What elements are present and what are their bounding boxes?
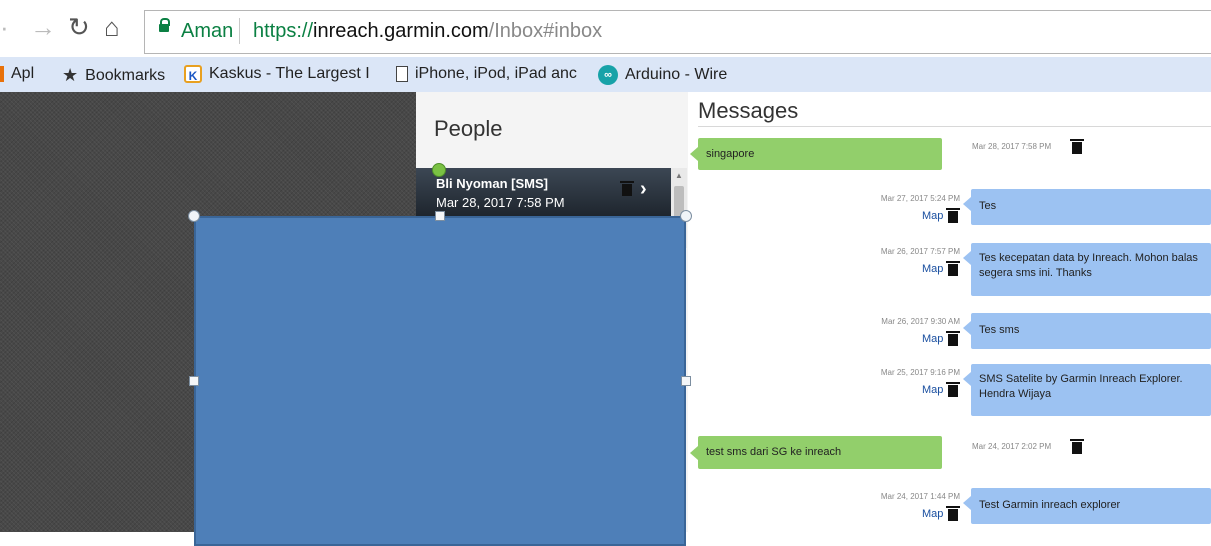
message-text: Tes kecepatan data by Inreach. Mohon bal… bbox=[979, 252, 1198, 279]
messages-panel: Messages singapore Mar 28, 2017 7:58 PM … bbox=[688, 92, 1211, 532]
message-bubble-outgoing: Tes sms bbox=[963, 313, 1211, 349]
message-timestamp: Mar 24, 2017 1:44 PM bbox=[880, 492, 960, 501]
message-text: SMS Satelite by Garmin Inreach Explorer.… bbox=[979, 373, 1183, 400]
resize-handle-right[interactable] bbox=[681, 376, 691, 386]
message-text: Tes bbox=[979, 200, 997, 212]
message-timestamp: Mar 24, 2017 2:02 PM bbox=[972, 442, 1052, 451]
secure-label: Aman bbox=[181, 20, 234, 42]
message-bubble-outgoing: Tes bbox=[963, 189, 1211, 225]
back-arrow-icon[interactable]: · bbox=[0, 14, 9, 40]
apps-icon bbox=[0, 66, 4, 82]
url-separator bbox=[239, 18, 240, 44]
delete-contact-icon[interactable] bbox=[620, 181, 634, 196]
bookmark-kaskus-label: Kaskus - The Largest I bbox=[209, 65, 370, 82]
bookmark-kaskus[interactable]: K Kaskus - The Largest I bbox=[184, 65, 370, 83]
url-scheme: https:// bbox=[253, 20, 314, 42]
url-host: inreach.garmin.com bbox=[313, 20, 489, 42]
people-title: People bbox=[434, 116, 503, 141]
message-bubble-incoming: test sms dari SG ke inreach bbox=[690, 436, 942, 469]
browser-toolbar: · → ↻ ⌂ Aman https://inreach.garmin.com/… bbox=[0, 0, 1211, 57]
message-timestamp: Mar 26, 2017 9:30 AM bbox=[881, 317, 960, 326]
messages-title: Messages bbox=[698, 98, 799, 123]
bookmark-apps[interactable]: Apl bbox=[0, 65, 34, 83]
url-text[interactable]: https://inreach.garmin.com/Inbox#inbox bbox=[253, 20, 602, 43]
arduino-icon: ∞ bbox=[598, 65, 618, 85]
scroll-up-arrow-icon[interactable]: ▲ bbox=[675, 171, 683, 180]
resize-handle-top[interactable] bbox=[435, 211, 445, 221]
home-icon[interactable]: ⌂ bbox=[104, 14, 120, 40]
selected-rectangle-shape[interactable] bbox=[194, 216, 686, 546]
message-timestamp: Mar 25, 2017 9:16 PM bbox=[880, 368, 960, 377]
delete-message-icon[interactable] bbox=[946, 506, 960, 521]
bookmark-bookmarks[interactable]: ★ Bookmarks bbox=[62, 65, 165, 86]
resize-handle-left[interactable] bbox=[189, 376, 199, 386]
contact-date: Mar 28, 2017 7:58 PM bbox=[436, 195, 565, 210]
map-link[interactable]: Map bbox=[922, 333, 943, 345]
kaskus-icon: K bbox=[184, 65, 202, 83]
delete-message-icon[interactable] bbox=[1070, 439, 1084, 454]
bookmark-arduino[interactable]: ∞ Arduino - Wire bbox=[598, 65, 727, 85]
address-bar[interactable]: Aman https://inreach.garmin.com/Inbox#in… bbox=[144, 10, 1211, 54]
message-text: Test Garmin inreach explorer bbox=[979, 499, 1121, 511]
messages-divider bbox=[698, 126, 1211, 127]
bookmark-bookmarks-label: Bookmarks bbox=[85, 66, 166, 84]
lock-icon bbox=[159, 18, 170, 32]
reload-icon[interactable]: ↻ bbox=[68, 14, 90, 40]
message-bubble-outgoing: Tes kecepatan data by Inreach. Mohon bal… bbox=[963, 243, 1211, 296]
message-text: Tes sms bbox=[979, 324, 1020, 336]
message-bubble-outgoing: SMS Satelite by Garmin Inreach Explorer.… bbox=[963, 364, 1211, 416]
url-path: /Inbox#inbox bbox=[488, 20, 603, 42]
resize-handle-top-right[interactable] bbox=[680, 210, 692, 222]
map-link[interactable]: Map bbox=[922, 384, 943, 396]
forward-arrow-icon[interactable]: → bbox=[30, 14, 56, 40]
message-bubble-outgoing: Test Garmin inreach explorer bbox=[963, 488, 1211, 524]
message-bubble-incoming: singapore bbox=[690, 138, 942, 170]
bookmarks-bar: Apl ★ Bookmarks K Kaskus - The Largest I… bbox=[0, 57, 1211, 93]
star-icon: ★ bbox=[62, 65, 79, 85]
delete-message-icon[interactable] bbox=[946, 208, 960, 223]
message-text: test sms dari SG ke inreach bbox=[706, 446, 842, 458]
message-text: singapore bbox=[706, 147, 755, 160]
delete-message-icon[interactable] bbox=[946, 382, 960, 397]
map-link[interactable]: Map bbox=[922, 508, 943, 520]
resize-handle-top-left[interactable] bbox=[188, 210, 200, 222]
contact-name: Bli Nyoman [SMS] bbox=[436, 176, 548, 191]
map-link[interactable]: Map bbox=[922, 210, 943, 222]
bookmark-apps-label: Apl bbox=[11, 65, 35, 82]
message-timestamp: Mar 27, 2017 5:24 PM bbox=[880, 194, 960, 203]
page-icon bbox=[396, 66, 408, 82]
bookmark-arduino-label: Arduino - Wire bbox=[625, 66, 728, 83]
chevron-right-icon[interactable]: › bbox=[640, 178, 647, 201]
message-timestamp: Mar 26, 2017 7:57 PM bbox=[880, 247, 960, 256]
bookmark-iphone-label: iPhone, iPod, iPad anc bbox=[415, 65, 577, 82]
map-link[interactable]: Map bbox=[922, 263, 943, 275]
message-timestamp: Mar 28, 2017 7:58 PM bbox=[972, 142, 1052, 151]
delete-message-icon[interactable] bbox=[946, 261, 960, 276]
delete-message-icon[interactable] bbox=[946, 331, 960, 346]
rotation-handle[interactable] bbox=[432, 163, 446, 177]
delete-message-icon[interactable] bbox=[1070, 139, 1084, 154]
contact-row[interactable]: Bli Nyoman [SMS] Mar 28, 2017 7:58 PM › bbox=[416, 168, 671, 218]
bookmark-iphone[interactable]: iPhone, iPod, iPad anc bbox=[396, 65, 577, 83]
